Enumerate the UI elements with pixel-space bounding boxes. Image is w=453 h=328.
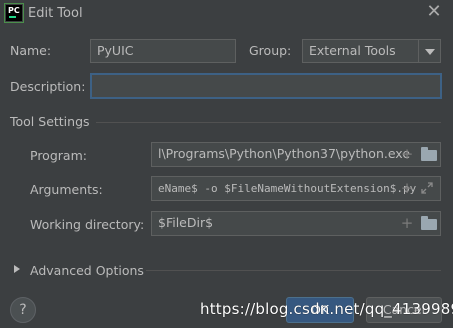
folder-icon[interactable] <box>421 147 437 161</box>
name-label: Name: <box>10 43 52 58</box>
help-button[interactable]: ? <box>10 297 36 323</box>
advanced-options-separator <box>146 270 441 271</box>
program-value: l\Programs\Python\Python37\python.exe <box>158 146 411 161</box>
advanced-options-toggle[interactable]: Advanced Options <box>30 263 144 278</box>
name-input[interactable]: PyUIC <box>90 39 236 63</box>
chevron-down-icon[interactable] <box>418 40 440 62</box>
folder-icon[interactable] <box>421 216 437 230</box>
description-label: Description: <box>10 79 86 94</box>
arguments-value: eName$ -o $FileNameWithoutExtension$.py <box>158 182 417 195</box>
tool-settings-heading: Tool Settings <box>10 114 90 129</box>
window-title: Edit Tool <box>28 6 83 21</box>
group-label: Group: <box>249 43 292 58</box>
arguments-input[interactable]: eName$ -o $FileNameWithoutExtension$.py <box>151 176 441 201</box>
program-label: Program: <box>30 148 87 163</box>
plus-icon[interactable]: + <box>400 181 414 196</box>
tool-settings-separator <box>96 122 441 123</box>
program-input[interactable]: l\Programs\Python\Python37\python.exe <box>151 142 441 167</box>
working-directory-value: $FileDir$ <box>158 215 214 230</box>
working-directory-input[interactable]: $FileDir$ <box>151 211 441 236</box>
watermark-text: https://blog.csdn.net/qq_41399894 <box>200 300 453 318</box>
expand-icon[interactable] <box>421 182 433 194</box>
expand-arrow-icon[interactable] <box>14 265 20 273</box>
plus-icon[interactable]: + <box>400 216 414 231</box>
plus-icon[interactable]: + <box>400 147 414 162</box>
pycharm-app-icon: PC <box>6 5 22 21</box>
close-icon[interactable]: ✕ <box>426 3 442 21</box>
description-input[interactable] <box>90 73 442 99</box>
working-directory-label: Working directory: <box>30 217 145 232</box>
group-select[interactable]: External Tools <box>302 39 441 63</box>
arguments-label: Arguments: <box>30 182 103 197</box>
group-select-value: External Tools <box>309 43 396 58</box>
